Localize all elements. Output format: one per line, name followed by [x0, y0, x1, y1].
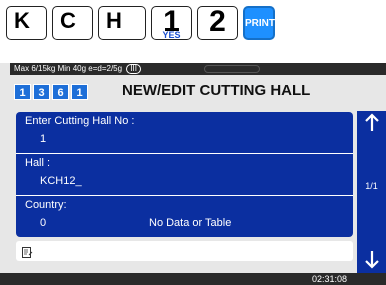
status-indicator — [204, 65, 260, 73]
key-label: K — [14, 8, 30, 33]
menu-code-digit: 6 — [52, 84, 69, 100]
key-c[interactable]: C — [52, 6, 93, 40]
key-2[interactable]: 2 — [197, 5, 238, 40]
key-sublabel: YES — [162, 30, 181, 40]
scroll-sidebar: 1/1 — [357, 111, 386, 273]
key-label: 2 — [209, 5, 226, 38]
field-label: Hall : — [25, 157, 51, 169]
note-icon — [22, 245, 33, 258]
message-bar — [16, 241, 353, 261]
bottom-status-bar: 02:31:08 — [0, 273, 386, 285]
cutting-hall-no-field[interactable]: Enter Cutting Hall No : 1 — [16, 112, 353, 154]
country-field[interactable]: Country: 0 No Data or Table — [16, 196, 353, 237]
status-text: Max 6/15kg Min 40g e=d=2/5g III — [14, 63, 141, 75]
arrow-down-icon[interactable] — [357, 249, 386, 275]
menu-code-digit: 1 — [14, 84, 31, 100]
field-label: Country: — [25, 199, 67, 211]
key-label: PRINT — [245, 18, 275, 29]
field-note: No Data or Table — [149, 217, 232, 229]
key-row: K C H 1 YES 2 PRINT — [0, 0, 386, 55]
key-1-yes[interactable]: 1 YES — [151, 5, 192, 40]
key-k[interactable]: K — [6, 6, 47, 40]
menu-code-digit: 1 — [71, 84, 88, 100]
hall-field[interactable]: Hall : KCH12_ — [16, 154, 353, 196]
form-panel: Enter Cutting Hall No : 1 Hall : KCH12_ … — [16, 112, 353, 237]
field-value: 0 — [40, 217, 47, 229]
field-value: 1 — [40, 133, 47, 145]
field-value: KCH12_ — [40, 175, 82, 187]
page-title: NEW/EDIT CUTTING HALL — [122, 82, 311, 99]
key-label: H — [106, 8, 122, 33]
capacity-text: Max 6/15kg Min 40g e=d=2/5g — [14, 64, 123, 73]
accuracy-class-badge: III — [126, 64, 141, 74]
key-h[interactable]: H — [98, 6, 146, 40]
arrow-up-icon[interactable] — [357, 113, 386, 139]
status-bar: Max 6/15kg Min 40g e=d=2/5g III — [10, 63, 386, 75]
menu-code-digit: 3 — [33, 84, 50, 100]
scale-screen: Max 6/15kg Min 40g e=d=2/5g III 1 3 6 1 … — [0, 63, 386, 285]
clock: 02:31:08 — [312, 274, 348, 284]
key-label: C — [60, 8, 76, 33]
print-button[interactable]: PRINT — [243, 6, 275, 40]
page-indicator: 1/1 — [365, 181, 378, 191]
menu-code: 1 3 6 1 — [14, 84, 90, 100]
title-bar: 1 3 6 1 NEW/EDIT CUTTING HALL — [10, 77, 386, 105]
field-label: Enter Cutting Hall No : — [25, 115, 135, 127]
